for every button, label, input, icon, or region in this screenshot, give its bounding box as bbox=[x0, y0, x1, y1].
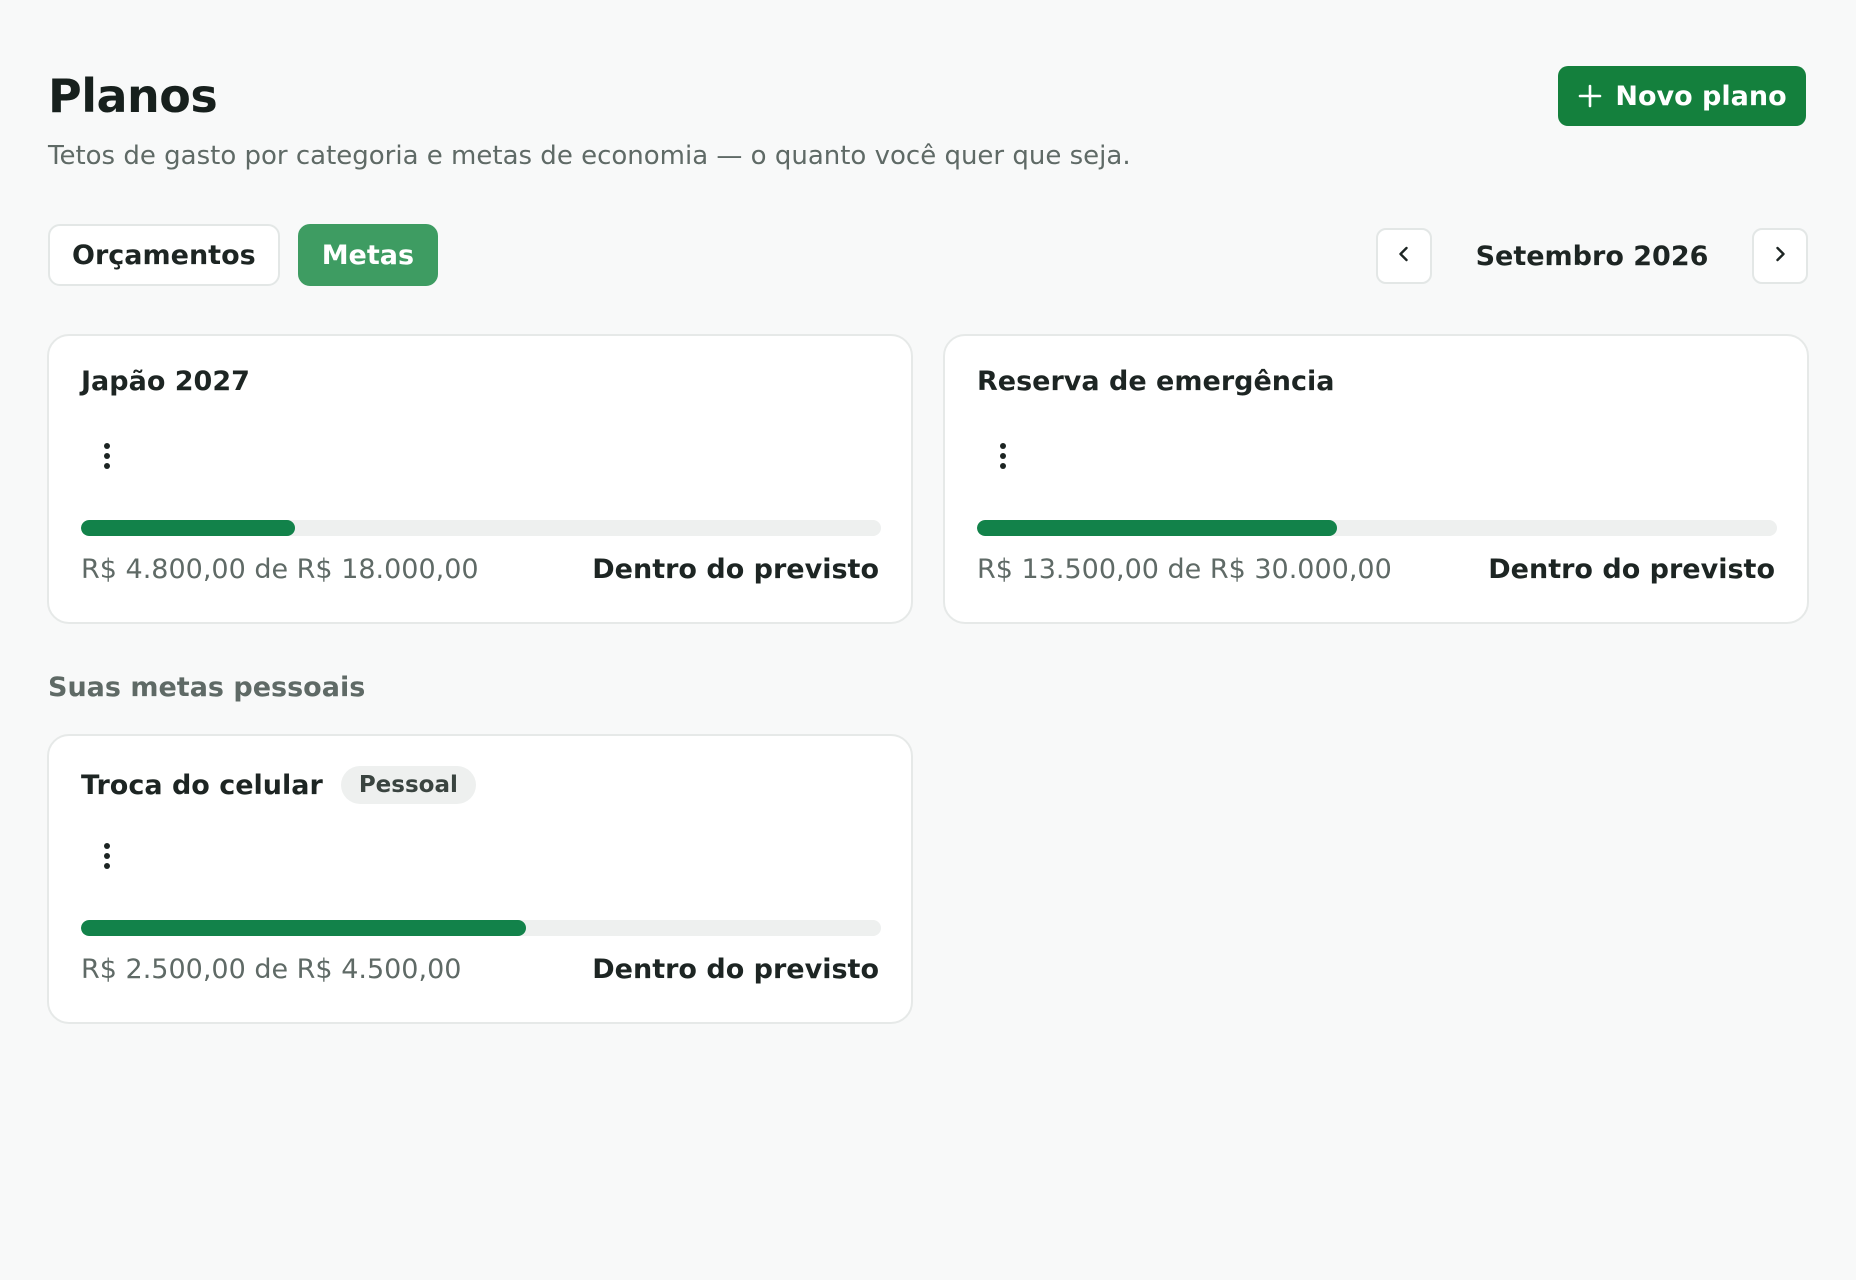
goal-amount: R$ 4.800,00 de R$ 18.000,00 bbox=[81, 554, 479, 585]
goal-progress-fill bbox=[81, 520, 295, 536]
page-title: Planos bbox=[48, 69, 218, 123]
new-plan-button[interactable]: Novo plano bbox=[1558, 66, 1806, 126]
current-month-label: Setembro 2026 bbox=[1475, 240, 1709, 272]
next-month-button[interactable] bbox=[1752, 228, 1808, 284]
tab-metas[interactable]: Metas bbox=[297, 224, 439, 286]
goal-title: Troca do celular bbox=[81, 769, 323, 801]
goal-status: Dentro do previsto bbox=[592, 954, 879, 985]
kebab-menu-icon bbox=[103, 842, 111, 874]
personal-badge: Pessoal bbox=[340, 766, 476, 804]
goal-title: Reserva de emergência bbox=[977, 366, 1335, 397]
goal-amount: R$ 13.500,00 de R$ 30.000,00 bbox=[977, 554, 1392, 585]
goal-card-japao-2027: Japão 2027 R$ 4.800,00 de R$ 18.000,00 D… bbox=[47, 334, 913, 624]
goal-status: Dentro do previsto bbox=[592, 554, 879, 585]
plus-icon bbox=[1577, 83, 1603, 109]
previous-month-button[interactable] bbox=[1376, 228, 1432, 284]
kebab-menu-icon bbox=[999, 442, 1007, 474]
goal-progress-bar bbox=[81, 920, 881, 936]
new-plan-label: Novo plano bbox=[1615, 80, 1787, 112]
goal-menu-button[interactable] bbox=[989, 440, 1017, 476]
plans-page: Planos Tetos de gasto por categoria e me… bbox=[0, 0, 1856, 1280]
goal-menu-button[interactable] bbox=[93, 840, 121, 876]
goal-progress-bar bbox=[977, 520, 1777, 536]
goal-status: Dentro do previsto bbox=[1488, 554, 1775, 585]
goal-amount: R$ 2.500,00 de R$ 4.500,00 bbox=[81, 954, 462, 985]
month-navigator: Setembro 2026 bbox=[1376, 228, 1808, 284]
goal-menu-button[interactable] bbox=[93, 440, 121, 476]
goal-progress-fill bbox=[81, 920, 526, 936]
chevron-right-icon bbox=[1770, 244, 1790, 268]
goal-title: Japão 2027 bbox=[81, 366, 250, 397]
goal-progress-fill bbox=[977, 520, 1337, 536]
kebab-menu-icon bbox=[103, 442, 111, 474]
plan-tabs: Orçamentos Metas bbox=[48, 224, 439, 286]
page-subtitle: Tetos de gasto por categoria e metas de … bbox=[48, 141, 1131, 171]
tab-orcamentos[interactable]: Orçamentos bbox=[48, 224, 280, 286]
goal-progress-bar bbox=[81, 520, 881, 536]
goal-card-reserva-emergencia: Reserva de emergência R$ 13.500,00 de R$… bbox=[943, 334, 1809, 624]
goal-card-troca-celular: Troca do celular Pessoal R$ 2.500,00 de … bbox=[47, 734, 913, 1024]
personal-goals-heading: Suas metas pessoais bbox=[48, 672, 366, 703]
chevron-left-icon bbox=[1394, 244, 1414, 268]
